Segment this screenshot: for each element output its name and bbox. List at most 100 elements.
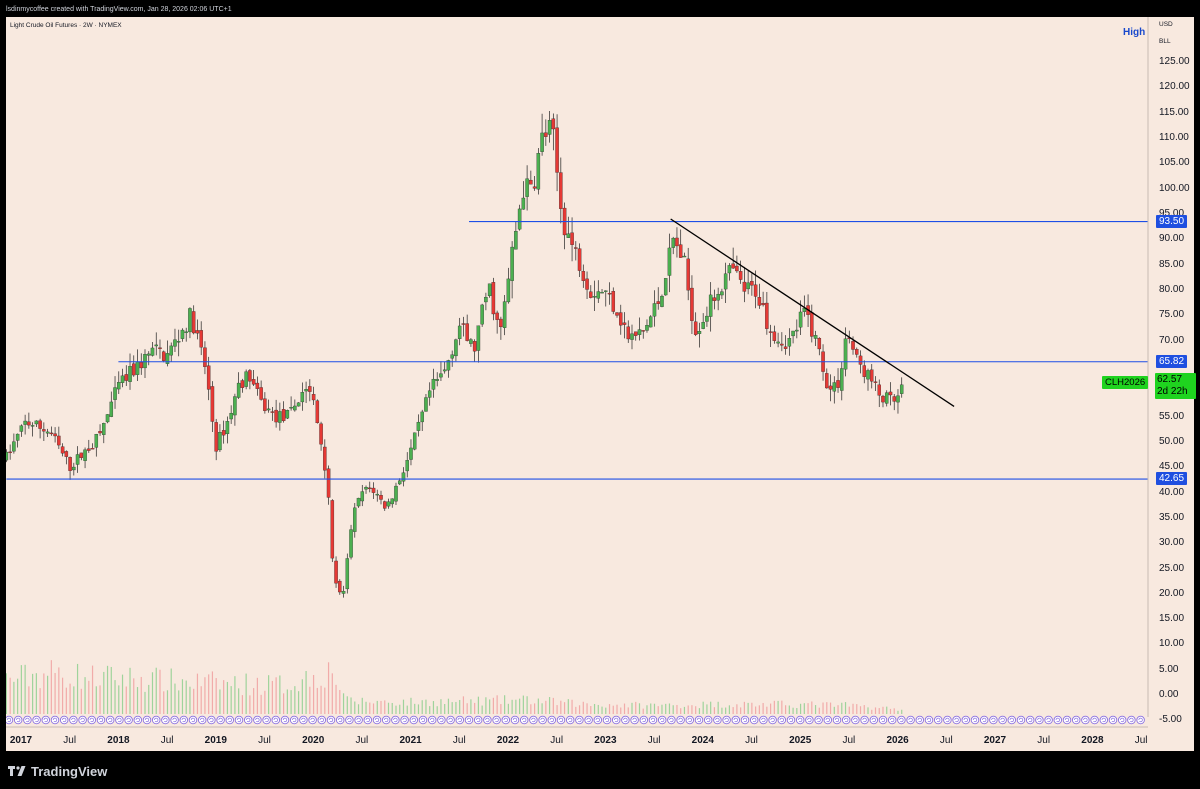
candle-body — [117, 382, 121, 390]
candle-body — [338, 580, 342, 593]
candle-body — [832, 382, 837, 392]
candle-body — [353, 507, 357, 532]
contract-rollover-icon — [547, 715, 557, 725]
tradingview-brand[interactable]: TradingView — [8, 762, 107, 780]
volume-bar — [249, 695, 251, 714]
time-tick-label: Jul — [745, 735, 758, 746]
horizontal-levels — [6, 220, 1148, 480]
candle-body — [454, 339, 458, 357]
volume-bar — [204, 677, 206, 714]
candle-body — [289, 407, 293, 409]
candle-body — [195, 330, 200, 334]
candle-body — [604, 290, 608, 292]
candle-body — [798, 311, 803, 328]
chart-panel[interactable]: Light Crude Oil Futures · 2W · NYMEX Hig… — [6, 17, 1196, 751]
descending-trendline — [670, 218, 955, 407]
volume-bar — [133, 678, 135, 714]
contract-rollover-icon — [78, 715, 87, 725]
candle-body — [405, 460, 409, 472]
candle-body — [259, 387, 263, 400]
candle-body — [420, 411, 424, 423]
volume-bar — [290, 690, 292, 714]
volume-bar — [178, 690, 180, 714]
contract-rollover-icon — [832, 715, 842, 725]
candle-body — [884, 392, 889, 404]
candle-body — [855, 349, 859, 355]
candle-body — [705, 315, 709, 322]
candle-body — [795, 329, 799, 332]
volume-bar — [552, 697, 554, 714]
volume-bar — [13, 681, 15, 714]
candle-body — [412, 432, 417, 450]
candle-body — [589, 291, 593, 298]
candle-body — [57, 435, 61, 446]
volume-bar — [766, 706, 768, 714]
contract-rollover-icon — [786, 715, 796, 725]
contract-rollover-icon — [648, 715, 658, 725]
volume-bar — [661, 704, 663, 714]
contract-rollover-icon — [795, 715, 805, 725]
candle-body — [873, 381, 878, 383]
contract-rollover-icon — [216, 715, 225, 725]
candle-body — [686, 258, 690, 291]
contract-rollover-icon — [50, 715, 60, 725]
volume-bar — [582, 701, 584, 714]
high-button[interactable]: High — [1123, 27, 1145, 38]
volume-bar — [519, 698, 521, 714]
volume-bar — [612, 705, 614, 714]
contract-rollover-icon — [1136, 715, 1145, 725]
time-tick-label: Jul — [1134, 735, 1148, 746]
candle-body — [278, 411, 282, 423]
volume-bar — [545, 700, 547, 714]
candle-body — [619, 312, 623, 326]
volume-bar — [159, 669, 161, 714]
candle-body — [386, 501, 391, 507]
candle-body — [836, 380, 840, 388]
candle-body — [712, 297, 717, 301]
contract-rollover-icon — [1090, 715, 1099, 725]
candle-body — [315, 400, 320, 424]
volume-bar — [32, 673, 34, 714]
candle-body — [326, 468, 331, 498]
candle-body — [682, 255, 687, 258]
time-tick-label: Jul — [550, 735, 564, 746]
volume-bar — [665, 703, 667, 714]
volume-bar — [683, 706, 686, 714]
candle-body — [532, 186, 537, 189]
time-tick-label: 2027 — [983, 735, 1007, 746]
volume-bar — [548, 697, 551, 714]
candle-body — [345, 558, 350, 590]
contract-rollover-icon — [418, 715, 428, 725]
volume-bar — [874, 707, 877, 714]
volume-bar — [380, 700, 382, 714]
volume-bar — [245, 673, 247, 714]
candle-body — [349, 529, 353, 558]
volume-bar — [901, 709, 903, 714]
unit-label[interactable]: BLL — [1159, 38, 1171, 45]
candle-body — [697, 331, 702, 334]
contract-rollover-icon — [998, 715, 1007, 725]
candle-body — [783, 346, 788, 349]
contract-rollover-icon — [271, 715, 281, 725]
contract-rollover-icon — [280, 715, 290, 725]
volume-bar — [395, 705, 397, 714]
chart-canvas[interactable] — [6, 17, 1194, 751]
volume-bar — [781, 700, 783, 714]
volume-bar — [455, 701, 457, 714]
volume-bar — [601, 706, 603, 714]
candle-body — [843, 338, 848, 370]
candle-body — [371, 487, 376, 493]
candle-body — [364, 487, 368, 490]
volume-bar — [215, 678, 217, 714]
contract-rollover-icon — [289, 715, 299, 725]
currency-label[interactable]: USD — [1159, 21, 1173, 28]
volume-bar — [185, 680, 187, 714]
volume-bar — [635, 701, 637, 714]
time-tick-label: Jul — [1037, 735, 1051, 746]
candle-body — [263, 398, 267, 411]
candle-body — [285, 410, 290, 419]
volume-bar — [234, 676, 236, 714]
contract-rollover-icon — [400, 715, 409, 725]
volume-bar — [88, 680, 90, 714]
contract-rollover-icon — [584, 715, 593, 725]
